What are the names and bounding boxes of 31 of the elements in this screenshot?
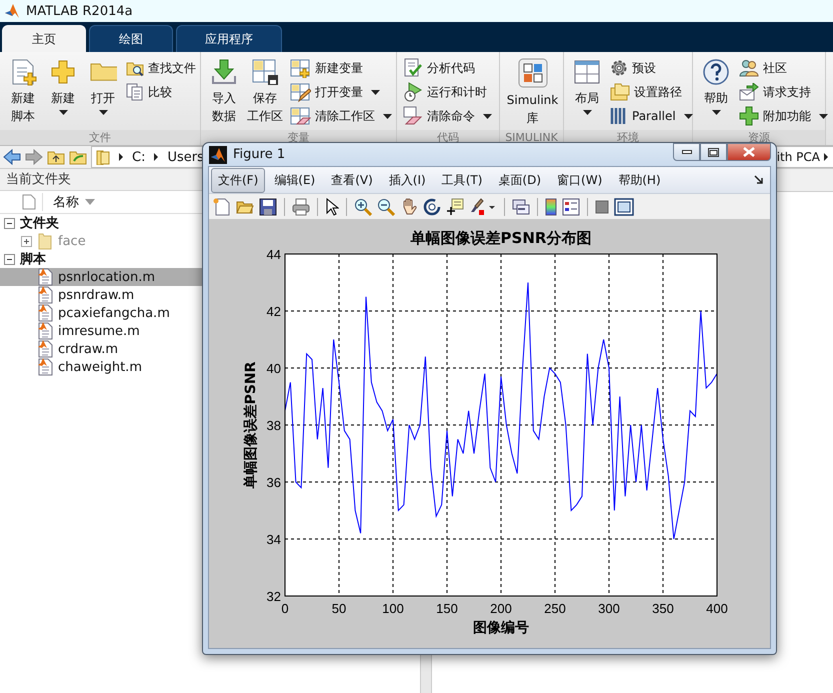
file-name: pcaxiefangcha.m — [58, 306, 170, 320]
file-name: chaweight.m — [58, 360, 142, 374]
tick-label: 0 — [281, 601, 289, 616]
section-label: 文件夹 — [20, 214, 59, 232]
tick-label: 40 — [266, 361, 281, 376]
tick-label: 32 — [266, 589, 281, 604]
chart-title: 单幅图像误差PSNR分布图 — [410, 229, 592, 247]
window-title: MATLAB R2014a — [26, 4, 133, 18]
tick-label: 350 — [652, 601, 674, 616]
tick-label: 200 — [490, 601, 512, 616]
tick-label: 44 — [266, 247, 281, 262]
group-label: 文件 — [0, 130, 200, 145]
file-name: crdraw.m — [58, 342, 118, 356]
file-name: face — [58, 234, 86, 248]
tick-label: 100 — [382, 601, 404, 616]
axis-label: 单幅图像误差PSNR — [243, 362, 259, 488]
tick-label: 34 — [266, 532, 281, 547]
axis-label: 图像编号 — [473, 620, 529, 636]
tick-label: 38 — [266, 418, 281, 433]
file-name: psnrdraw.m — [58, 288, 134, 302]
tick-label: 42 — [266, 304, 281, 319]
window-title: Figure 1 — [233, 147, 286, 162]
tick-label: 50 — [332, 601, 346, 616]
file-name: psnrlocation.m — [58, 270, 155, 284]
section-label: 脚本 — [20, 251, 46, 268]
tick-label: 150 — [436, 601, 458, 616]
tick-label: 36 — [266, 475, 281, 490]
tick-label: 300 — [598, 601, 620, 616]
tick-label: 250 — [544, 601, 566, 616]
tick-label: 400 — [706, 601, 728, 616]
file-name: imresume.m — [58, 324, 140, 338]
